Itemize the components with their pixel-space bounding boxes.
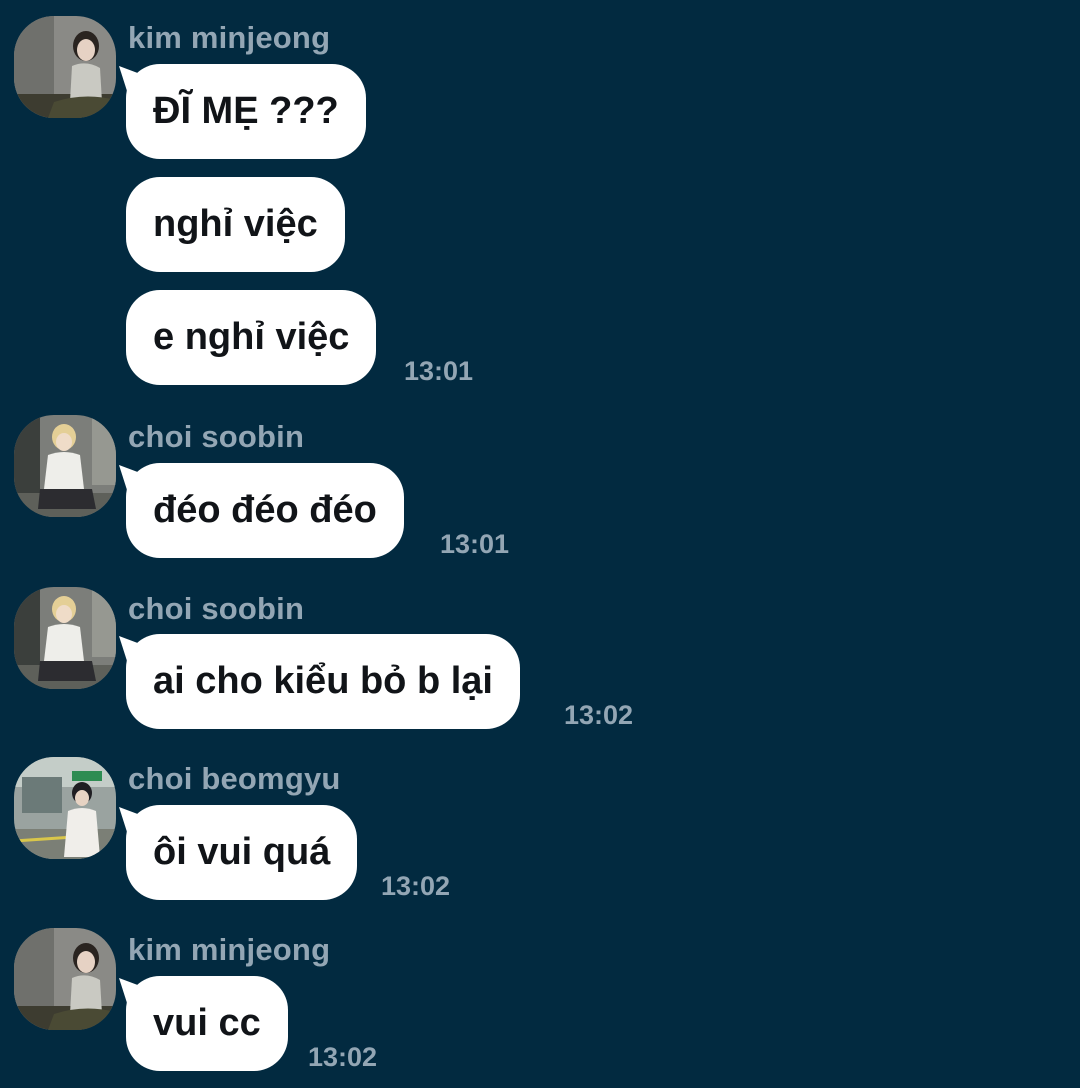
message-text: ai cho kiểu bỏ b lại xyxy=(153,660,493,702)
avatar-kim-minjeong[interactable] xyxy=(14,16,116,118)
message-text: ôi vui quá xyxy=(153,831,331,873)
sender-name: choi beomgyu xyxy=(128,761,341,796)
chat-screen: { "colors": { "background": "#022a40", "… xyxy=(0,0,1080,1088)
message-bubble[interactable]: nghỉ việc xyxy=(126,177,345,272)
sender-name: kim minjeong xyxy=(128,932,331,967)
avatar-kim-minjeong[interactable] xyxy=(14,928,116,1030)
message-bubble[interactable]: ai cho kiểu bỏ b lại xyxy=(126,634,520,729)
message-text: nghỉ việc xyxy=(153,203,318,245)
sender-name: choi soobin xyxy=(128,419,305,454)
avatar-choi-soobin[interactable] xyxy=(14,415,116,517)
message-timestamp: 13:02 xyxy=(381,871,451,901)
message-timestamp: 13:01 xyxy=(404,356,474,386)
message-bubble[interactable]: vui cc xyxy=(126,976,288,1071)
avatar-choi-beomgyu[interactable] xyxy=(14,757,116,859)
message-text: ĐĨ MẸ ??? xyxy=(153,90,339,132)
sender-name: choi soobin xyxy=(128,591,305,626)
message-bubble[interactable]: đéo đéo đéo xyxy=(126,463,404,558)
avatar-choi-soobin[interactable] xyxy=(14,587,116,689)
message-text: vui cc xyxy=(153,1002,261,1044)
message-text: đéo đéo đéo xyxy=(153,489,377,531)
sender-name: kim minjeong xyxy=(128,20,331,55)
message-text: e nghỉ việc xyxy=(153,316,350,358)
message-bubble[interactable]: ĐĨ MẸ ??? xyxy=(126,64,366,159)
message-bubble[interactable]: e nghỉ việc xyxy=(126,290,377,385)
message-timestamp: 13:02 xyxy=(308,1042,378,1072)
message-timestamp: 13:02 xyxy=(564,700,634,730)
message-timestamp: 13:01 xyxy=(440,529,510,559)
message-bubble[interactable]: ôi vui quá xyxy=(126,805,358,900)
